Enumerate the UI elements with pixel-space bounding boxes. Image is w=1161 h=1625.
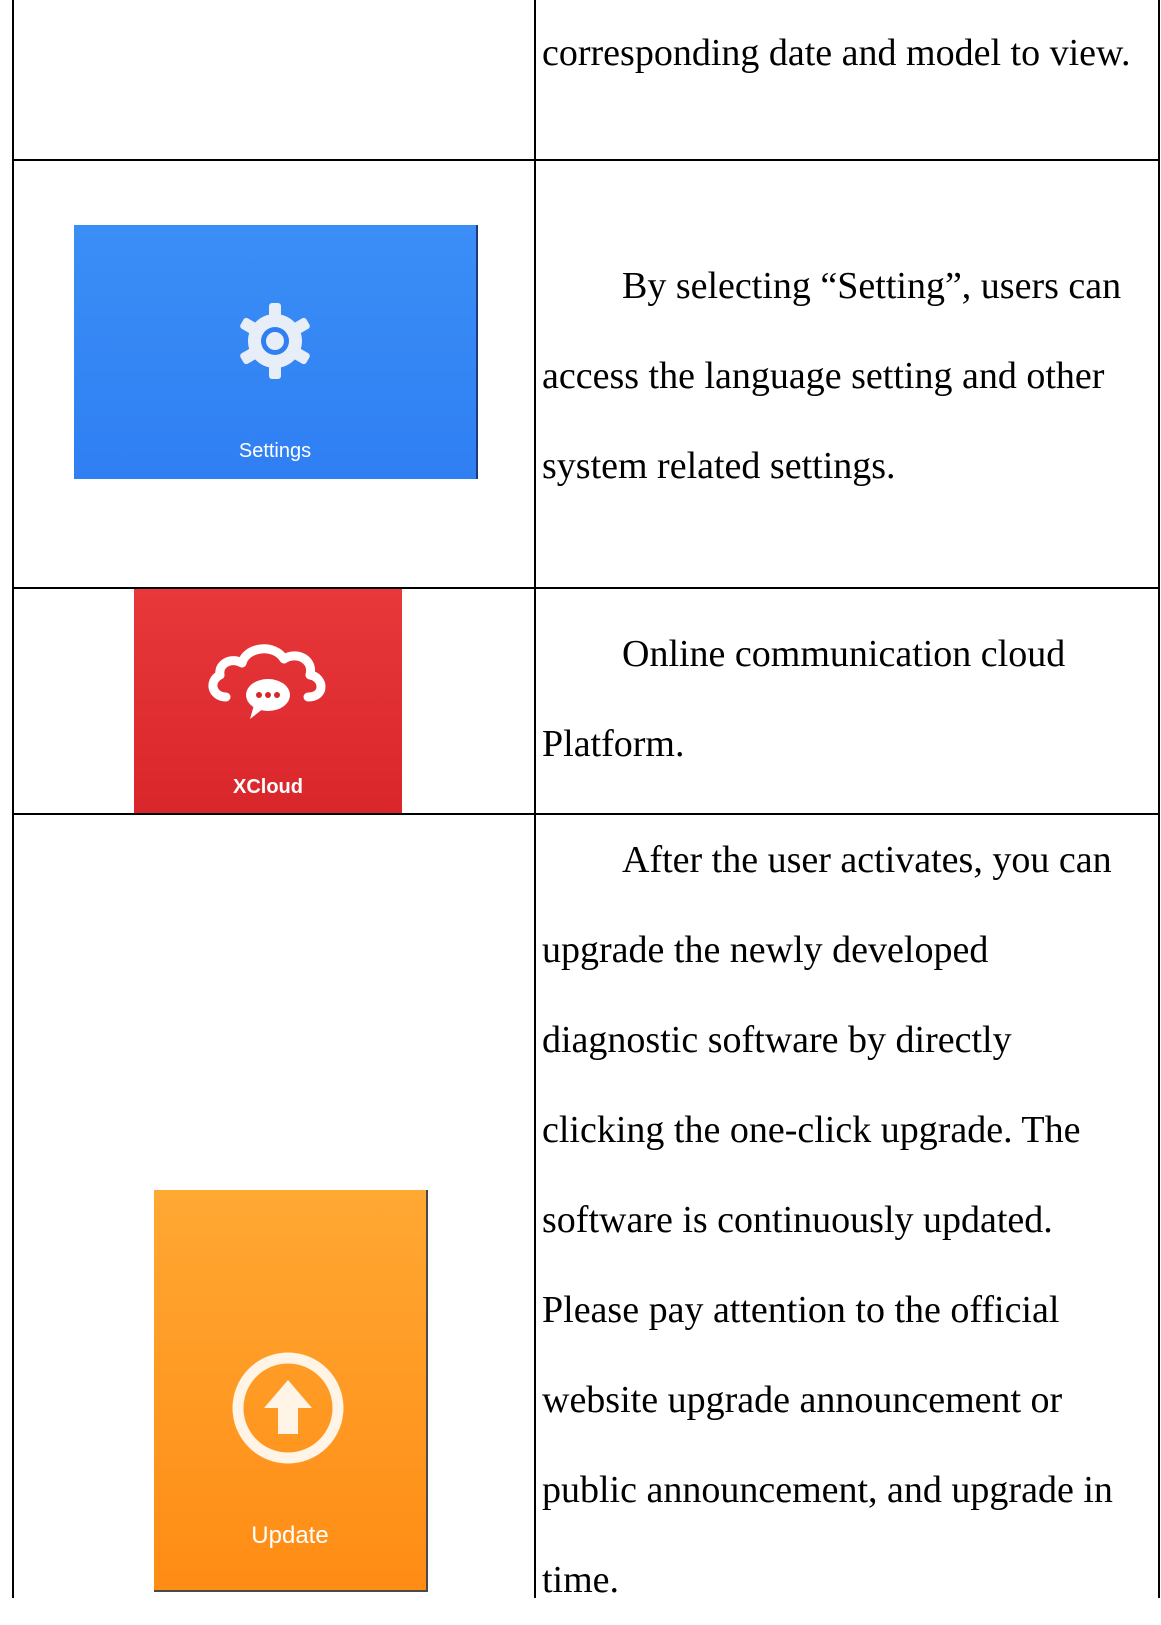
table-row: corresponding date and model to view.	[12, 0, 1160, 161]
table-row: Settings By selecting “Setting”, users c…	[12, 159, 1160, 589]
feature-table: corresponding date and model to view. Se…	[12, 0, 1160, 1601]
text-line: clicking the one-click upgrade. The	[542, 1109, 1081, 1151]
table-row: Update After the user activates, you can…	[12, 813, 1160, 1605]
text-line: system related settings.	[542, 445, 896, 487]
table-border-right	[1158, 0, 1160, 1598]
text-line: public announcement, and upgrade in	[542, 1469, 1113, 1511]
text-line: diagnostic software by directly	[542, 1019, 1012, 1061]
table-border-left	[12, 0, 14, 1598]
description-cell: Online communication cloud Platform.	[542, 589, 1142, 815]
icon-cell: Update	[14, 815, 534, 1605]
icon-cell	[14, 0, 534, 161]
icon-cell: XCloud	[14, 589, 534, 815]
table-column-divider	[534, 0, 536, 1598]
text-line: access the language setting and other	[542, 355, 1105, 397]
text-line: corresponding date and model to view.	[542, 32, 1131, 74]
text-line: After the user activates, you can	[622, 839, 1112, 881]
text-line: website upgrade announcement or	[542, 1379, 1063, 1421]
update-tile[interactable]: Update	[154, 1190, 428, 1592]
text-line: time.	[542, 1559, 620, 1601]
cloud-chat-icon	[208, 644, 326, 719]
text-line: Online communication cloud	[622, 633, 1066, 675]
upload-arrow-icon	[232, 1352, 344, 1464]
text-line: Please pay attention to the official	[542, 1289, 1060, 1331]
description-cell: corresponding date and model to view.	[542, 0, 1142, 161]
settings-tile[interactable]: Settings	[74, 225, 478, 479]
gear-icon	[240, 303, 310, 379]
text-line: Platform.	[542, 723, 685, 765]
text-line: upgrade the newly developed	[542, 929, 989, 971]
text-line: software is continuously updated.	[542, 1199, 1053, 1241]
xcloud-tile[interactable]: XCloud	[134, 589, 402, 813]
tile-label: XCloud	[233, 776, 303, 798]
table-row: XCloud Online communication cloud Platfo…	[12, 587, 1160, 815]
icon-cell: Settings	[14, 161, 534, 589]
description-cell: By selecting “Setting”, users can access…	[542, 161, 1142, 589]
tile-label: Settings	[238, 440, 312, 462]
description-cell: After the user activates, you can upgrad…	[542, 815, 1142, 1605]
tile-label: Update	[251, 1522, 329, 1549]
text-line: By selecting “Setting”, users can	[622, 265, 1122, 307]
